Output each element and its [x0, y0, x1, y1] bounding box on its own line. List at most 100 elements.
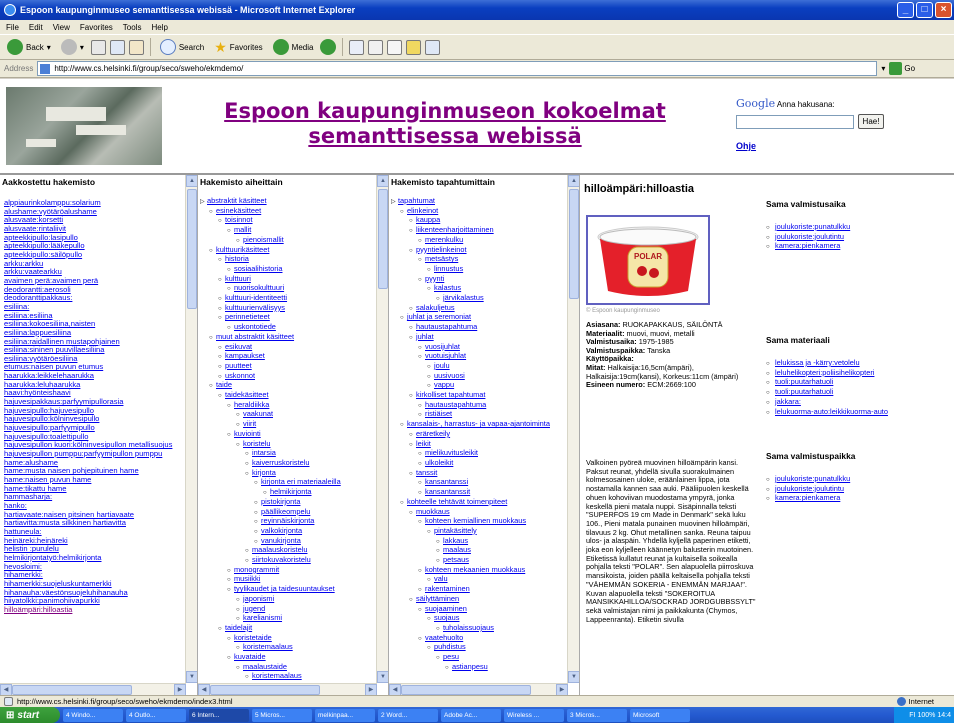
messenger-icon[interactable] [425, 39, 441, 55]
tree-link[interactable]: uskontotiede [200, 323, 378, 333]
print-icon[interactable] [368, 39, 384, 55]
tree-link[interactable]: leikit [391, 440, 569, 450]
index-link[interactable]: hihamerkki: [4, 571, 190, 580]
tree-link[interactable]: säilyttäminen [391, 595, 569, 605]
index-link[interactable]: esiliina:esiliina [4, 312, 190, 321]
index-link[interactable]: etumus:naisen puvun etumus [4, 363, 190, 372]
tree-link[interactable]: juhlat [391, 333, 569, 343]
tree-link[interactable]: merenkulku [391, 236, 569, 246]
index-link[interactable]: deodoranttipakkaus: [4, 294, 190, 303]
tree-link[interactable]: vappu [391, 381, 569, 391]
index-link[interactable]: hammasharja: [4, 493, 190, 502]
index-link[interactable]: esiliina:kokoesiliina,naisten [4, 320, 190, 329]
index-link[interactable]: arkku:arkku [4, 260, 190, 269]
index-link[interactable]: hajuvesipullo:kölninvesipullo [4, 415, 190, 424]
horizontal-scrollbar[interactable]: ◀ ▶ [198, 683, 377, 695]
index-link[interactable]: helistin :purulelu [4, 545, 190, 554]
index-link[interactable]: esiliina:raidallinen mustapohjainen [4, 338, 190, 347]
tree-link[interactable]: sosiaalihistoria [200, 265, 378, 275]
refresh-icon[interactable] [109, 39, 125, 55]
tree-link[interactable]: heraldiikka [200, 401, 378, 411]
tree-link[interactable]: viirit [200, 420, 378, 430]
taskbar-button[interactable]: 2 Word... [378, 708, 438, 722]
tree-link[interactable]: pistokirjonta [200, 498, 378, 508]
address-dropdown-icon[interactable]: ▾ [881, 64, 885, 73]
related-link[interactable]: kamera:pienkamera [766, 494, 950, 504]
vertical-scrollbar[interactable]: ▲ ▼ [567, 175, 579, 683]
tree-link[interactable]: kulttuuri [200, 275, 378, 285]
menu-tools[interactable]: Tools [123, 23, 142, 32]
tree-link[interactable]: salakuljetus [391, 304, 569, 314]
taskbar-button[interactable]: melkinpaa... [315, 708, 375, 722]
horizontal-scrollbar[interactable]: ◀ ▶ [0, 683, 186, 695]
index-link[interactable]: hartiavitta:musta silkkinen hartiavitta [4, 519, 190, 528]
tree-link[interactable]: taide [200, 381, 378, 391]
tree-link[interactable]: jugend [200, 605, 378, 615]
tree-link[interactable]: pesu [391, 653, 569, 663]
maximize-button[interactable]: □ [916, 2, 933, 18]
tree-link[interactable]: hautaustapahtuma [391, 323, 569, 333]
index-link[interactable]: hihamerkki:suojeluskuntamerkki [4, 580, 190, 589]
taskbar-button[interactable]: 4 Outlo... [126, 708, 186, 722]
minimize-button[interactable]: _ [897, 2, 914, 18]
help-link[interactable]: Ohje [736, 141, 756, 151]
tree-link[interactable]: muokkaus [391, 508, 569, 518]
index-link[interactable]: hajuvesipullon kuori:kölninvesipullon me… [4, 441, 190, 450]
index-link[interactable]: haavi:hyönteishaavi [4, 389, 190, 398]
tree-link[interactable]: kirkolliset tapahtumat [391, 391, 569, 401]
horizontal-scrollbar[interactable]: ◀ ▶ [389, 683, 568, 695]
language-indicator[interactable]: FI [909, 712, 915, 719]
index-link[interactable]: esiliina:vyötäröesiliina [4, 355, 190, 364]
tree-link[interactable]: mielikuvitusleikit [391, 449, 569, 459]
index-link[interactable]: alusvaate:rintaliivit [4, 225, 190, 234]
tree-link[interactable]: koristelu [200, 440, 378, 450]
index-link[interactable]: hevosloimi: [4, 563, 190, 572]
history-icon[interactable] [320, 39, 337, 55]
related-link[interactable]: lelukuorma-auto:leikkikuorma-auto [766, 407, 950, 418]
back-button[interactable]: Back ▾ [4, 37, 54, 57]
tree-link[interactable]: karelianismi [200, 614, 378, 624]
tree-link[interactable]: kauppa [391, 216, 569, 226]
index-link[interactable]: haarukka:leikkelehaarukka [4, 372, 190, 381]
tree-link[interactable]: tuholaissuojaus [391, 624, 569, 634]
menu-edit[interactable]: Edit [29, 23, 43, 32]
tree-link[interactable]: tanssit [391, 469, 569, 479]
tree-link[interactable]: koristetaide [200, 634, 378, 644]
tree-link[interactable]: ulkoleikit [391, 459, 569, 469]
search-input[interactable] [736, 115, 854, 129]
taskbar-button[interactable]: 4 Windo... [63, 708, 123, 722]
index-link[interactable]: hame:naisen puvun hame [4, 476, 190, 485]
tree-link[interactable]: joulu [391, 362, 569, 372]
tree-link[interactable]: vanukirjonta [200, 537, 378, 547]
tree-link[interactable]: puutteet [200, 362, 378, 372]
folder-icon[interactable] [406, 39, 422, 55]
tree-link[interactable]: eräretkeily [391, 430, 569, 440]
tree-link[interactable]: historia [200, 255, 378, 265]
taskbar-button[interactable]: 3 Micros... [567, 708, 627, 722]
tree-link[interactable]: kohteen kemiallinen muokkaus [391, 517, 569, 527]
tree-link[interactable]: päällikeompelu [200, 508, 378, 518]
tree-link[interactable]: valu [391, 575, 569, 585]
close-button[interactable]: × [935, 2, 952, 18]
index-link[interactable]: alushame:vyötärö­alushame [4, 208, 190, 217]
tree-link[interactable]: kuvataide [200, 653, 378, 663]
stop-icon[interactable] [90, 39, 106, 55]
menu-favorites[interactable]: Favorites [80, 23, 113, 32]
taskbar-button[interactable]: Microsoft [630, 708, 690, 722]
tree-link[interactable]: maalaus [391, 546, 569, 556]
start-button[interactable]: ⊞ start [0, 707, 60, 723]
mail-icon[interactable] [349, 39, 365, 55]
tree-link[interactable]: kohteelle tehtävät toimenpiteet [391, 498, 569, 508]
index-link[interactable]: hame:tikattu hame [4, 485, 190, 494]
tree-link[interactable]: kulttuurienvälisyys [200, 304, 378, 314]
index-link[interactable]: hiiyatolkki:panimohiivapurkki [4, 597, 190, 606]
tree-link[interactable]: maalauskoristelu [200, 546, 378, 556]
index-link[interactable]: hihanauha:väestönsuojeluhihanauha [4, 589, 190, 598]
go-button[interactable]: Go [889, 62, 915, 75]
index-link[interactable]: arkku:vaatearkku [4, 268, 190, 277]
tree-link[interactable]: vuotuisjuhlat [391, 352, 569, 362]
related-link[interactable]: kamera:pienkamera [766, 242, 950, 252]
address-input[interactable]: http://www.cs.helsinki.fi/group/seco/swe… [37, 61, 878, 76]
tree-link[interactable]: tyylikaudet ja taidesuuntaukset [200, 585, 378, 595]
tree-link[interactable]: kulttuuri-identiteetti [200, 294, 378, 304]
